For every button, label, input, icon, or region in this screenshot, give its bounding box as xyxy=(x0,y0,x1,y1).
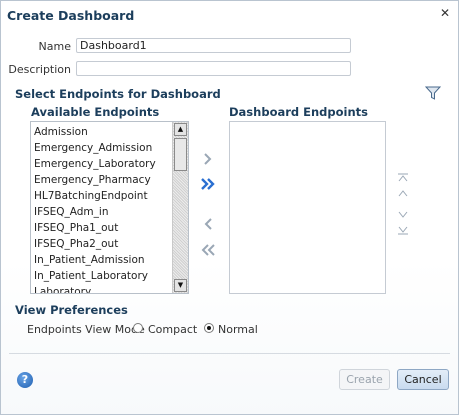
available-list-scrollbar[interactable]: ▲ ▼ xyxy=(172,122,188,293)
footer-divider xyxy=(9,353,450,354)
scroll-up-icon[interactable]: ▲ xyxy=(174,123,187,136)
list-item[interactable]: Laboratory xyxy=(31,284,172,293)
move-up-icon[interactable] xyxy=(397,189,409,199)
create-dashboard-dialog: Create Dashboard ✕ Name Description Sele… xyxy=(0,0,459,415)
scroll-thumb[interactable] xyxy=(174,138,187,171)
move-bottom-icon[interactable] xyxy=(397,225,409,235)
move-right-icon[interactable] xyxy=(199,150,217,168)
filter-icon[interactable] xyxy=(425,85,441,101)
move-top-icon[interactable] xyxy=(397,173,409,183)
scroll-down-icon[interactable]: ▼ xyxy=(174,279,187,292)
list-item[interactable]: HL7BatchingEndpoint xyxy=(31,188,172,204)
move-all-left-icon[interactable] xyxy=(199,241,217,259)
cancel-button[interactable]: Cancel xyxy=(397,369,449,390)
list-item[interactable]: Emergency_Admission xyxy=(31,140,172,156)
compact-radio[interactable] xyxy=(133,323,143,333)
list-item[interactable]: In_Patient_Laboratory xyxy=(31,268,172,284)
list-item[interactable]: Admission xyxy=(31,124,172,140)
normal-radio[interactable] xyxy=(204,323,214,333)
close-icon[interactable]: ✕ xyxy=(440,6,450,20)
name-field[interactable] xyxy=(76,38,351,53)
list-item[interactable]: IFSEQ_Pha1_out xyxy=(31,220,172,236)
move-all-right-icon[interactable] xyxy=(199,175,217,193)
select-endpoints-heading: Select Endpoints for Dashboard xyxy=(15,87,221,101)
name-label: Name xyxy=(38,40,71,53)
list-item[interactable]: Emergency_Laboratory xyxy=(31,156,172,172)
view-mode-label: Endpoints View Mode xyxy=(27,323,145,336)
move-left-icon[interactable] xyxy=(199,215,217,233)
move-down-icon[interactable] xyxy=(397,209,409,219)
dashboard-endpoints-header: Dashboard Endpoints xyxy=(229,105,369,119)
list-item[interactable]: IFSEQ_Pha2_out xyxy=(31,236,172,252)
available-endpoints-list[interactable]: Admission Emergency_Admission Emergency_… xyxy=(30,121,189,294)
description-label: Description xyxy=(8,63,71,76)
normal-label[interactable]: Normal xyxy=(218,323,258,336)
dashboard-endpoints-list[interactable] xyxy=(229,121,386,294)
list-item[interactable]: IFSEQ_Adm_in xyxy=(31,204,172,220)
view-preferences-heading: View Preferences xyxy=(15,303,128,317)
list-item[interactable]: In_Patient_Admission xyxy=(31,252,172,268)
list-item[interactable]: Emergency_Pharmacy xyxy=(31,172,172,188)
available-endpoints-header: Available Endpoints xyxy=(31,105,160,119)
description-field[interactable] xyxy=(76,61,351,76)
dialog-title: Create Dashboard xyxy=(7,8,135,23)
compact-label[interactable]: Compact xyxy=(148,323,197,336)
create-button[interactable]: Create xyxy=(339,369,390,390)
help-icon[interactable]: ? xyxy=(17,372,33,388)
